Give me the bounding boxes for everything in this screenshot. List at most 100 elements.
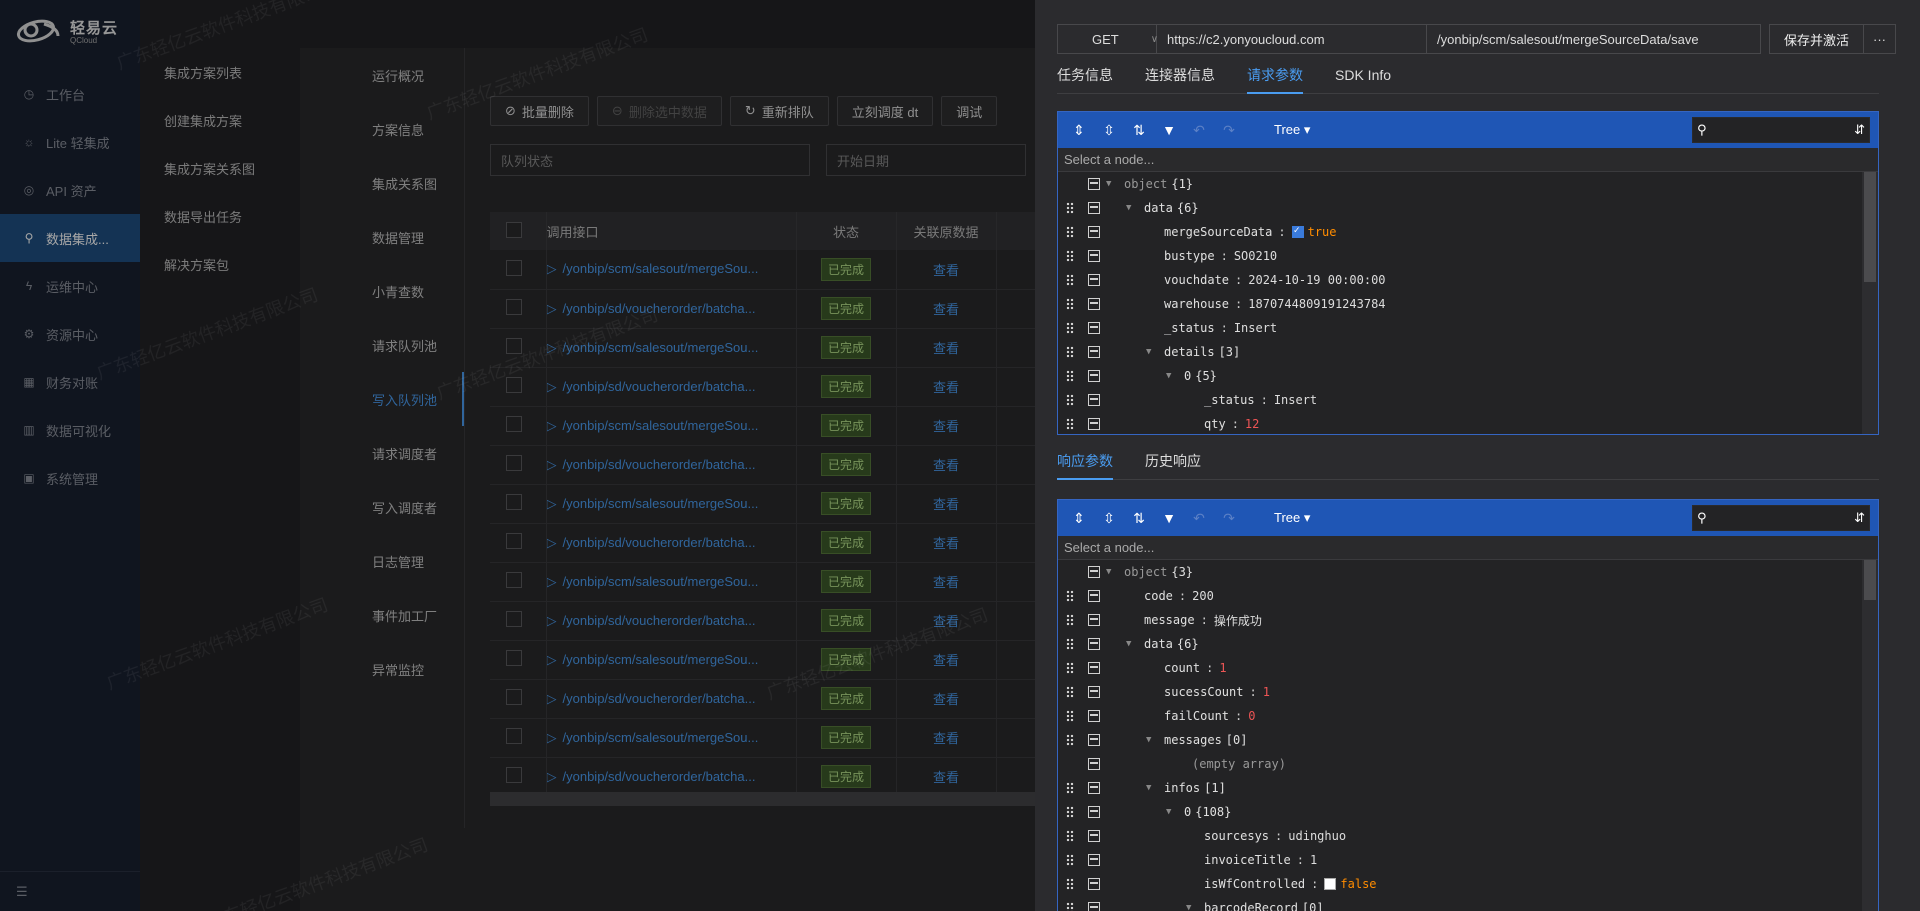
node-value[interactable]: 200 [1192, 589, 1214, 603]
boolean-checkbox[interactable] [1291, 225, 1304, 238]
node-key[interactable]: mergeSourceData [1164, 225, 1272, 239]
plan-menu-item[interactable]: 异常监控 [300, 642, 464, 696]
subnav-item[interactable]: 集成方案列表 [140, 48, 300, 96]
tab[interactable]: 请求参数 [1247, 62, 1303, 94]
collapse-menu-icon[interactable]: ☰ [0, 871, 140, 911]
expand-toggle-icon[interactable]: ▼ [1126, 639, 1140, 649]
start-date-input[interactable]: 开始日期 [826, 144, 1026, 176]
search-nav-icon[interactable]: ⇵ [1854, 510, 1865, 526]
context-menu-icon[interactable] [1088, 878, 1100, 890]
tab[interactable]: 响应参数 [1057, 448, 1113, 480]
expand-toggle-icon[interactable]: ▼ [1126, 203, 1140, 213]
node-key[interactable]: sucessCount [1164, 685, 1243, 699]
tree-node[interactable]: ▼ data {6} [1058, 196, 1878, 220]
node-value[interactable]: Insert [1274, 393, 1317, 407]
collapse-all-icon[interactable]: ⇳ [1098, 119, 1120, 141]
plan-menu-item[interactable]: 写入调度者 [300, 480, 464, 534]
tab[interactable]: 历史响应 [1145, 448, 1201, 480]
view-link[interactable]: 查看 [933, 497, 959, 512]
mode-select[interactable]: Tree ▾ [1274, 510, 1310, 526]
drag-handle-icon[interactable] [1066, 370, 1074, 382]
node-key[interactable]: barcodeRecord [1204, 901, 1298, 911]
nav-item[interactable]: ⚲ 数据集成... [0, 214, 140, 262]
nav-item[interactable]: ▣ 系统管理 [0, 454, 140, 502]
node-value[interactable]: true [1308, 225, 1337, 239]
node-key[interactable]: count [1164, 661, 1200, 675]
view-link[interactable]: 查看 [933, 653, 959, 668]
plan-menu-item[interactable]: 集成关系图 [300, 156, 464, 210]
row-checkbox[interactable] [506, 455, 522, 471]
subnav-item[interactable]: 数据导出任务 [140, 192, 300, 240]
tree-node[interactable]: code:200 [1058, 584, 1878, 608]
dispatch-now-button[interactable]: 立刻调度 dt [836, 96, 934, 126]
table-h-scrollbar[interactable] [490, 792, 1035, 806]
view-link[interactable]: 查看 [933, 458, 959, 473]
tree-node[interactable]: ▼ object {1} [1058, 172, 1878, 196]
node-key[interactable]: messages [1164, 733, 1222, 747]
tree-node[interactable]: bustype: SO0210 [1058, 244, 1878, 268]
search-nav-icon[interactable]: ⇵ [1854, 122, 1865, 138]
drag-handle-icon[interactable] [1066, 758, 1074, 770]
expand-toggle-icon[interactable]: ▼ [1146, 735, 1160, 745]
context-menu-icon[interactable] [1088, 902, 1100, 911]
drag-handle-icon[interactable] [1066, 274, 1074, 286]
node-value[interactable]: 操作成功 [1214, 612, 1262, 629]
row-checkbox[interactable] [506, 728, 522, 744]
delete-selected-button[interactable]: ⊖ 删除选中数据 [596, 96, 722, 126]
nav-item[interactable]: ◎ API 资产 [0, 166, 140, 214]
drag-handle-icon[interactable] [1066, 566, 1074, 578]
api-link[interactable]: ▷/yonbip/sd/voucherorder/batcha... [547, 301, 796, 317]
expand-toggle-icon[interactable]: ▼ [1106, 567, 1120, 577]
drag-handle-icon[interactable] [1066, 902, 1074, 911]
sort-icon[interactable]: ⇅ [1128, 507, 1150, 529]
view-link[interactable]: 查看 [933, 770, 959, 785]
api-link[interactable]: ▷/yonbip/sd/voucherorder/batcha... [547, 457, 796, 473]
drag-handle-icon[interactable] [1066, 878, 1074, 890]
node-value[interactable]: 1870744809191243784 [1248, 297, 1385, 311]
drag-handle-icon[interactable] [1066, 638, 1074, 650]
row-checkbox[interactable] [506, 494, 522, 510]
subnav-item[interactable]: 解决方案包 [140, 240, 300, 288]
row-checkbox[interactable] [506, 572, 522, 588]
view-link[interactable]: 查看 [933, 380, 959, 395]
node-value[interactable]: 0 [1248, 709, 1255, 723]
view-link[interactable]: 查看 [933, 614, 959, 629]
context-menu-icon[interactable] [1088, 178, 1100, 190]
expand-toggle-icon[interactable]: ▼ [1106, 179, 1120, 189]
node-key[interactable]: object [1124, 177, 1167, 191]
page-v-scrollbar[interactable] [1900, 0, 1920, 911]
tree-node[interactable]: ▼ object {3} [1058, 560, 1878, 584]
plan-menu-item[interactable]: 数据管理 [300, 210, 464, 264]
tree-node[interactable]: ▼ barcodeRecord [0] [1058, 896, 1878, 911]
node-key[interactable]: isWfControlled [1204, 877, 1305, 891]
plan-menu-item[interactable]: 写入队列池 [300, 372, 464, 426]
context-menu-icon[interactable] [1088, 758, 1100, 770]
expand-toggle-icon[interactable]: ▼ [1146, 783, 1160, 793]
context-menu-icon[interactable] [1088, 662, 1100, 674]
row-checkbox[interactable] [506, 650, 522, 666]
tree-node[interactable]: ▼ 0 {108} [1058, 800, 1878, 824]
tree-node[interactable]: _status: Insert [1058, 388, 1878, 412]
api-link[interactable]: ▷/yonbip/sd/voucherorder/batcha... [547, 379, 796, 395]
nav-item[interactable]: ϟ 运维中心 [0, 262, 140, 310]
node-key[interactable]: message [1144, 613, 1195, 627]
debug-button[interactable]: 调试 [941, 96, 998, 126]
node-key[interactable]: failCount [1164, 709, 1229, 723]
plan-menu-item[interactable]: 方案信息 [300, 102, 464, 156]
expand-toggle-icon[interactable]: ▼ [1186, 903, 1200, 911]
node-key[interactable]: details [1164, 345, 1215, 359]
context-menu-icon[interactable] [1088, 734, 1100, 746]
view-link[interactable]: 查看 [933, 341, 959, 356]
node-value[interactable]: SO0210 [1234, 249, 1277, 263]
view-link[interactable]: 查看 [933, 302, 959, 317]
expand-all-icon[interactable]: ⇕ [1068, 119, 1090, 141]
context-menu-icon[interactable] [1088, 806, 1100, 818]
save-activate-button[interactable]: 保存并激活 [1769, 24, 1865, 54]
subnav-item[interactable]: 创建集成方案 [140, 96, 300, 144]
context-menu-icon[interactable] [1088, 202, 1100, 214]
api-link[interactable]: ▷/yonbip/sd/voucherorder/batcha... [547, 613, 796, 629]
node-key[interactable]: code [1144, 589, 1173, 603]
mode-select[interactable]: Tree ▾ [1274, 122, 1310, 138]
drag-handle-icon[interactable] [1066, 806, 1074, 818]
context-menu-icon[interactable] [1088, 274, 1100, 286]
